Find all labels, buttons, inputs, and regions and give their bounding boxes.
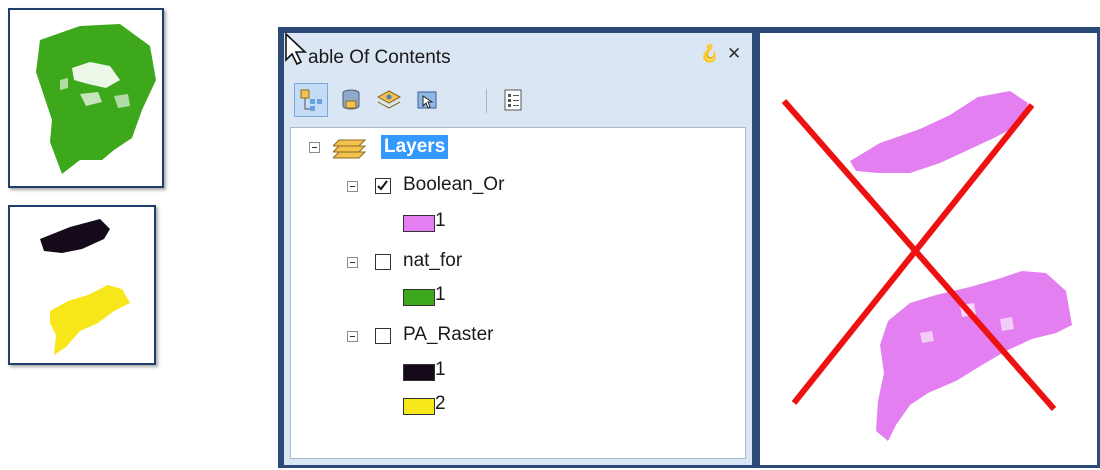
mouse-cursor-icon: [284, 32, 308, 71]
toc-titlebar[interactable]: able Of Contents 🪝 ✕: [284, 33, 752, 79]
list-by-drawing-order-icon[interactable]: [294, 83, 328, 117]
legend-swatch-pa-raster-2: [403, 398, 435, 415]
layers-collapse-toggle[interactable]: [309, 142, 320, 153]
boolean-or-collapse-toggle[interactable]: [347, 181, 358, 192]
pa-raster-collapse-toggle[interactable]: [347, 331, 358, 342]
toc-toolbar: [290, 83, 750, 123]
nat-for-collapse-toggle[interactable]: [347, 257, 358, 268]
options-icon[interactable]: [496, 83, 530, 117]
list-by-source-icon[interactable]: [334, 83, 368, 117]
layers-root-label[interactable]: Layers: [381, 135, 449, 159]
forest-map-image: [36, 24, 156, 174]
toc-title: able Of Contents: [308, 47, 451, 68]
legend-swatch-nat-for-1: [403, 289, 435, 306]
layer-tree: Layers Boolean_Or 1 nat_for 1 PA_Raster …: [290, 127, 746, 459]
legend-value-nat-for-1: 1: [435, 284, 446, 305]
legend-swatch-pa-raster-1: [403, 364, 435, 381]
pa-raster-visibility-checkbox[interactable]: [375, 328, 391, 344]
table-of-contents-panel: able Of Contents 🪝 ✕ Layers Boolean_Or 1…: [284, 33, 752, 465]
list-by-selection-icon[interactable]: [410, 83, 444, 117]
legend-value-boolean-or-1: 1: [435, 210, 446, 231]
close-icon[interactable]: ✕: [727, 44, 741, 64]
boolean-or-visibility-checkbox[interactable]: [375, 178, 391, 194]
layer-name-pa-raster[interactable]: PA_Raster: [403, 324, 493, 346]
list-by-visibility-icon[interactable]: [372, 83, 406, 117]
legend-value-pa-raster-1: 1: [435, 359, 446, 380]
layer-name-nat-for[interactable]: nat_for: [403, 250, 462, 272]
toolbar-separator: [486, 89, 487, 113]
boolean-or-map-image: [781, 91, 1072, 441]
layer-name-boolean-or[interactable]: Boolean_Or: [403, 174, 504, 196]
nat-for-visibility-checkbox[interactable]: [375, 254, 391, 270]
legend-swatch-boolean-or-1: [403, 215, 435, 232]
forest-thumbnail: [8, 8, 164, 188]
layers-icon: [331, 134, 373, 165]
pin-icon[interactable]: 🪝: [699, 44, 720, 64]
pa-raster-map-image: [40, 219, 130, 355]
legend-value-pa-raster-2: 2: [435, 393, 446, 414]
pa-raster-thumbnail: [8, 205, 156, 365]
map-view[interactable]: [760, 33, 1097, 465]
